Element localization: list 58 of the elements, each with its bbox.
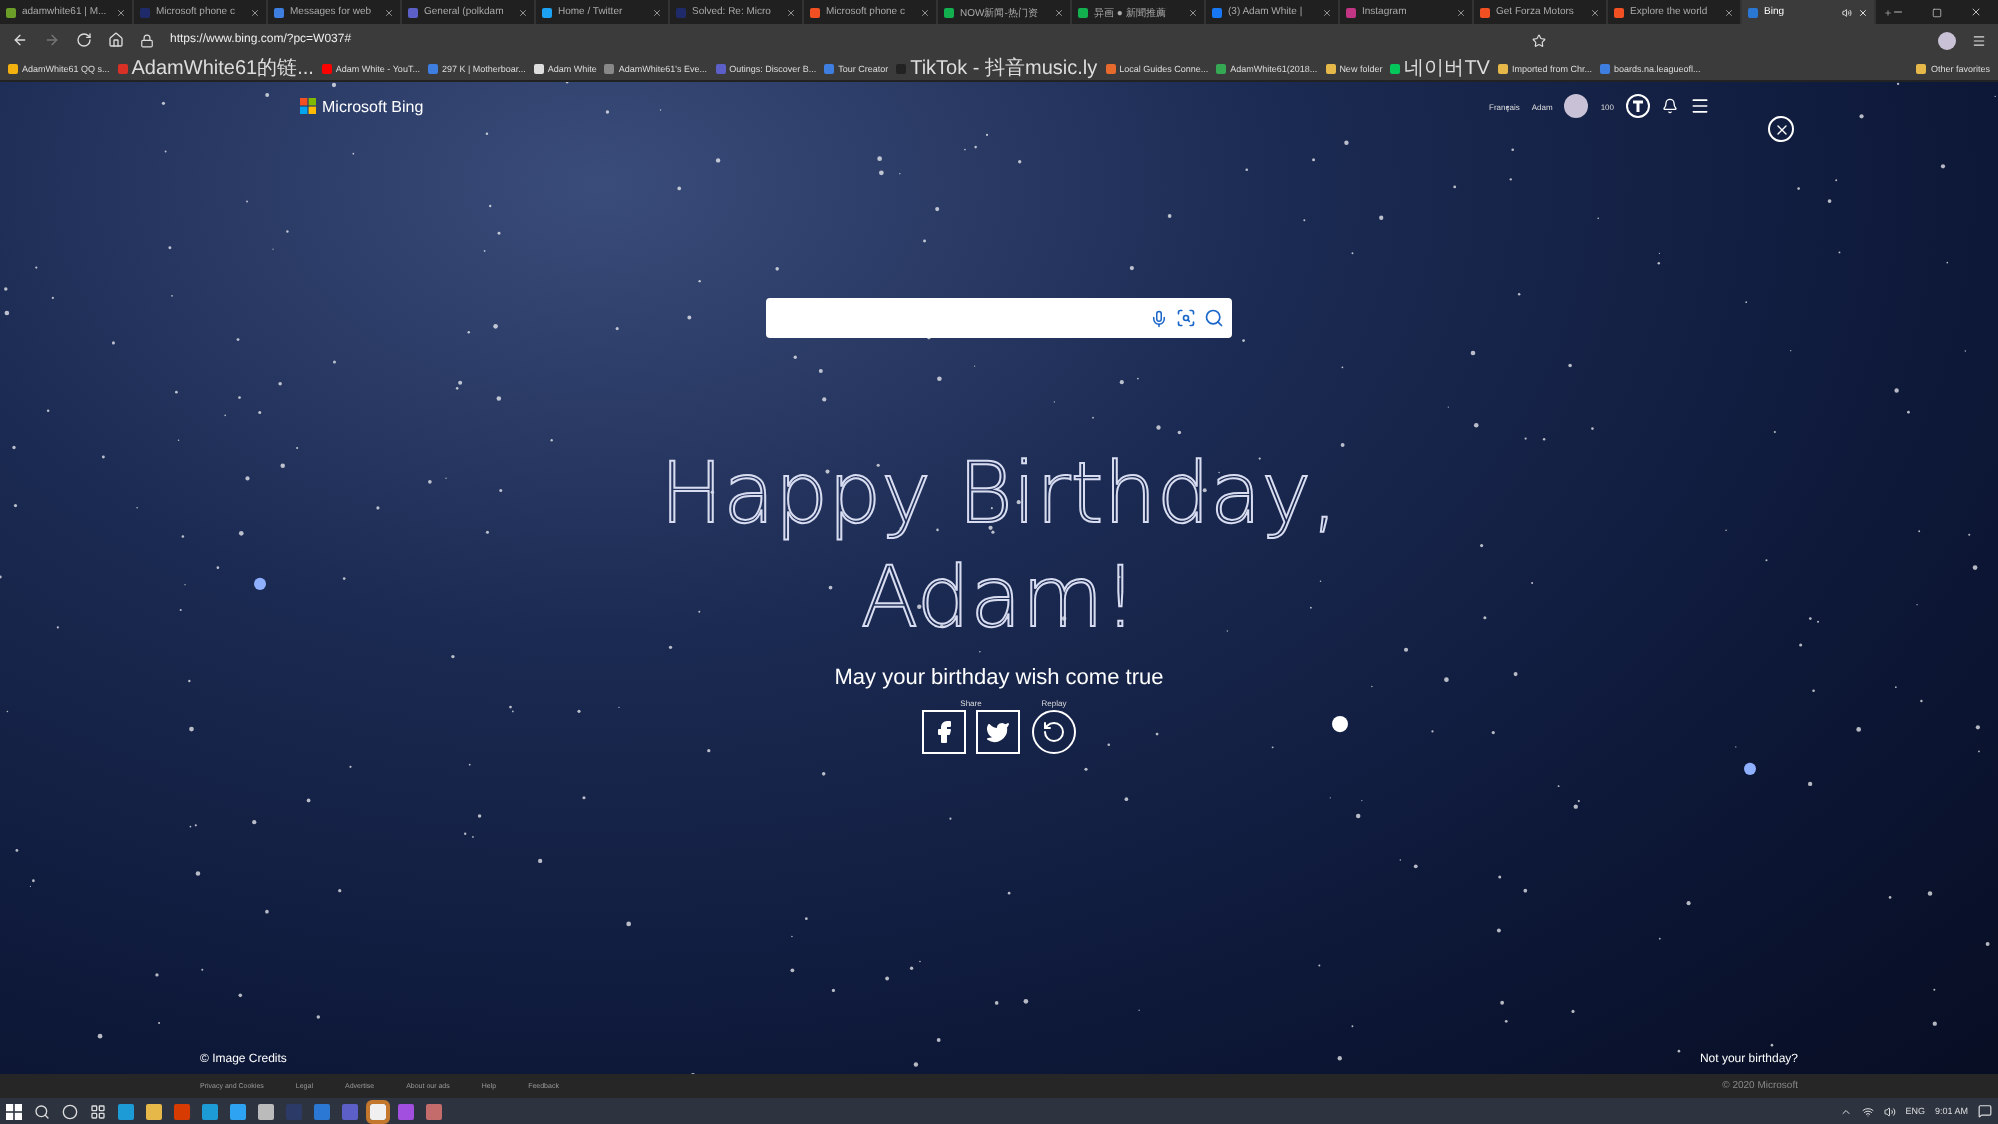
site-icon: [810, 7, 820, 17]
greeting-title: Happy Birthday,: [660, 442, 1338, 546]
replay-icon: [1042, 720, 1066, 744]
facebook-button[interactable]: [922, 710, 966, 754]
maximize-icon[interactable]: [1932, 7, 1942, 17]
twitter-button[interactable]: [976, 710, 1020, 754]
close-icon: [1773, 121, 1789, 137]
site-icon: [542, 7, 552, 17]
lock-icon: [140, 33, 154, 47]
speaker-icon: [1842, 7, 1852, 17]
bing-logo[interactable]: Microsoft Bing: [300, 97, 424, 115]
chevron-up-icon[interactable]: [1839, 1105, 1852, 1117]
bell-icon[interactable]: [1662, 98, 1678, 114]
site-icon: [140, 7, 150, 17]
windows-logo-icon: [300, 98, 316, 114]
site-icon: [1078, 7, 1088, 17]
site-icon: [1346, 7, 1356, 17]
back-icon[interactable]: [12, 32, 28, 48]
site-icon: [1212, 7, 1222, 17]
home-icon[interactable]: [108, 32, 124, 48]
greeting-name: Adam!: [860, 546, 1138, 650]
bookmark-link[interactable]: 네이버TV: [1390, 56, 1490, 80]
rewards-icon[interactable]: [1626, 94, 1650, 118]
favorite-star-icon[interactable]: [1532, 33, 1546, 47]
user-avatar[interactable]: [1564, 94, 1589, 118]
site-icon: [1614, 7, 1624, 17]
cortana-icon[interactable]: [62, 1103, 78, 1119]
speaker-icon[interactable]: [1883, 1105, 1896, 1117]
bird-icon: [986, 720, 1010, 744]
bookmark-link[interactable]: TikTok - 抖音music.ly: [896, 56, 1098, 80]
site-icon: [6, 7, 16, 17]
new-tab-icon[interactable]: [1884, 5, 1892, 19]
start-icon[interactable]: [6, 1103, 22, 1119]
site-icon: [408, 7, 418, 17]
site-icon: [944, 7, 954, 17]
minimize-icon[interactable]: [1892, 6, 1904, 18]
close-button[interactable]: [1768, 116, 1794, 142]
notification-icon[interactable]: [1978, 1104, 1992, 1118]
forward-icon[interactable]: [44, 32, 60, 48]
network-icon[interactable]: [1861, 1105, 1874, 1117]
facebook-icon: [932, 720, 956, 744]
site-icon: [676, 7, 686, 17]
site-icon: [274, 7, 284, 17]
search-icon[interactable]: [1204, 308, 1224, 328]
site-icon: [1748, 7, 1758, 17]
microphone-icon[interactable]: [1150, 309, 1168, 327]
profile-avatar[interactable]: [1938, 31, 1956, 49]
menu-icon[interactable]: [1690, 96, 1710, 116]
replay-button[interactable]: [1032, 710, 1076, 754]
task-view-icon[interactable]: [90, 1103, 106, 1119]
visual-search-icon[interactable]: [1176, 308, 1196, 328]
bookmark-link[interactable]: AdamWhite61的链...: [117, 56, 314, 80]
search-field[interactable]: [766, 298, 1232, 338]
refresh-icon[interactable]: [76, 32, 92, 48]
more-icon[interactable]: [1972, 33, 1986, 47]
site-icon: [1480, 7, 1490, 17]
close-icon[interactable]: [1970, 6, 1982, 18]
greeting-subtitle: May your birthday wish come true: [834, 666, 1164, 690]
